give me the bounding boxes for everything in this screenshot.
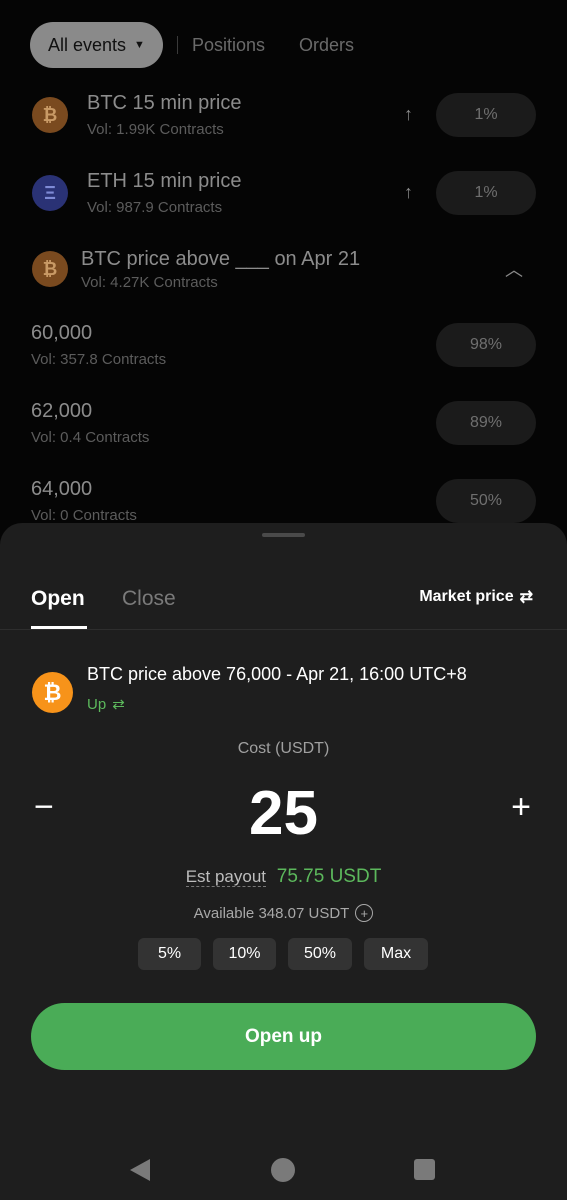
eth-coin-icon: Ξ [32, 175, 68, 211]
tab-divider [176, 36, 178, 54]
quick-amount-10[interactable]: 10% [213, 938, 276, 970]
back-icon[interactable] [130, 1159, 150, 1181]
sheet-drag-handle[interactable] [262, 533, 305, 537]
payout-label[interactable]: Est payout [185, 867, 267, 887]
event-list: All events ▼ Positions Orders ₿ BTC 15 m… [0, 0, 567, 560]
arrow-up-icon: ↑ [404, 182, 413, 202]
btc-coin-icon: ₿ [32, 97, 68, 133]
strike-price: 62,000 [31, 400, 93, 422]
event-title: ETH 15 min price [87, 170, 242, 192]
tab-close[interactable]: Close [122, 587, 176, 611]
strike-percent-button[interactable]: 50% [436, 479, 536, 523]
strike-percent-button[interactable]: 98% [436, 323, 536, 367]
tab-divider-line [0, 629, 567, 630]
order-title: BTC price above 76,000 - Apr 21, 16:00 U… [87, 664, 467, 684]
market-price-label: Market price [419, 588, 514, 605]
event-percent-button[interactable]: 1% [436, 171, 536, 215]
cost-label: Cost (USDT) [237, 740, 330, 757]
tab-open[interactable]: Open [31, 587, 85, 611]
strike-row[interactable]: 62,000 Vol: 0.4 Contracts 89% [0, 398, 567, 448]
available-text: Available 348.07 USDT [193, 904, 350, 922]
est-payout: Est payout 75.75 USDT [0, 866, 567, 888]
top-tab-bar: All events ▼ Positions Orders [30, 22, 388, 68]
strike-price: 60,000 [31, 322, 93, 344]
quick-amount-5[interactable]: 5% [138, 938, 201, 970]
event-percent-button[interactable]: 1% [436, 93, 536, 137]
event-volume: Vol: 987.9 Contracts [87, 199, 223, 216]
filter-label: All events [48, 34, 127, 55]
market-price-toggle[interactable]: Market price ⇄ [419, 587, 533, 607]
strike-volume: Vol: 357.8 Contracts [31, 351, 167, 368]
all-events-filter[interactable]: All events ▼ [30, 22, 163, 68]
system-nav-bar [0, 1145, 567, 1195]
btc-coin-icon: ₿ [32, 251, 68, 287]
quick-amount-50[interactable]: 50% [288, 938, 352, 970]
add-funds-icon[interactable]: + [355, 904, 374, 922]
payout-value: 75.75 USDT [276, 866, 382, 887]
btc-coin-icon: ₿ [32, 672, 73, 713]
increase-button[interactable]: + [511, 788, 531, 827]
swap-icon: ⇄ [112, 696, 125, 713]
swap-icon: ⇄ [519, 589, 533, 606]
order-sheet: Open Close Market price ⇄ ₿ BTC price ab… [0, 523, 567, 1200]
arrow-up-icon: ↑ [404, 104, 413, 124]
strike-price: 64,000 [31, 478, 93, 500]
amount-input[interactable]: 25 [0, 778, 567, 849]
event-row-btc-above[interactable]: ₿ BTC price above ___ on Apr 21 Vol: 4.2… [0, 246, 567, 296]
available-balance: Available 348.07 USDT + [0, 904, 567, 922]
event-volume: Vol: 4.27K Contracts [81, 274, 218, 291]
tab-orders[interactable]: Orders [299, 35, 354, 56]
strike-row[interactable]: 64,000 Vol: 0 Contracts 50% [0, 476, 567, 526]
strike-volume: Vol: 0 Contracts [31, 507, 137, 524]
caret-down-icon: ▼ [134, 39, 145, 51]
strike-row[interactable]: 60,000 Vol: 357.8 Contracts 98% [0, 320, 567, 370]
direction-label: Up [87, 695, 107, 713]
home-icon[interactable] [271, 1158, 295, 1182]
event-volume: Vol: 1.99K Contracts [87, 121, 224, 138]
event-row-eth-15min[interactable]: Ξ ETH 15 min price Vol: 987.9 Contracts … [0, 168, 567, 218]
direction-toggle[interactable]: Up ⇄ [87, 695, 125, 714]
event-row-btc-15min[interactable]: ₿ BTC 15 min price Vol: 1.99K Contracts … [0, 90, 567, 140]
event-title: BTC 15 min price [87, 92, 242, 114]
strike-percent-button[interactable]: 89% [436, 401, 536, 445]
quick-amount-max[interactable]: Max [364, 938, 428, 970]
chevron-up-icon[interactable]: ︿ [505, 256, 523, 282]
event-title: BTC price above ___ on Apr 21 [81, 248, 361, 270]
recent-apps-icon[interactable] [414, 1159, 435, 1180]
tab-positions[interactable]: Positions [192, 35, 265, 56]
open-up-button[interactable]: Open up [31, 1003, 536, 1070]
strike-volume: Vol: 0.4 Contracts [31, 429, 150, 446]
